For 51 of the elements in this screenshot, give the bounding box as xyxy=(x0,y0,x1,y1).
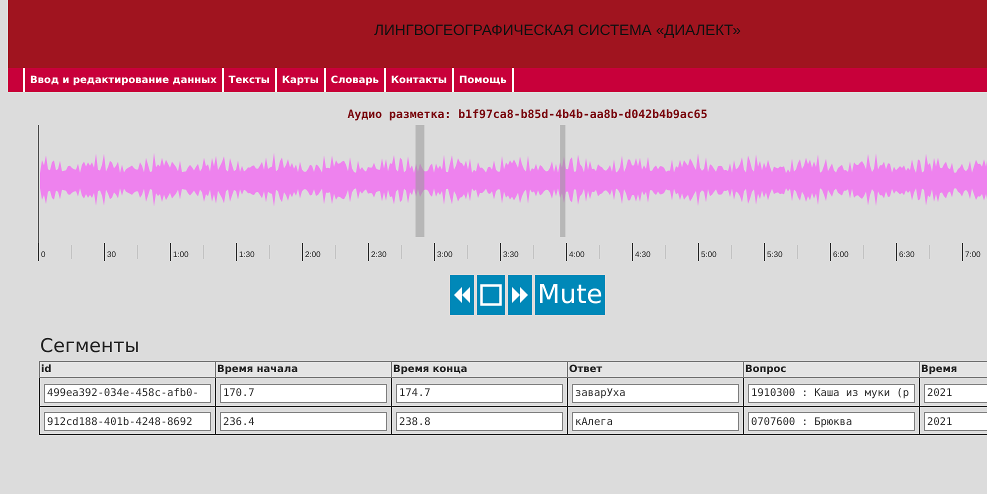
forward-button[interactable] xyxy=(508,275,532,315)
input-field[interactable]: 499ea392-034e-458c-afb0- xyxy=(44,384,211,402)
input-field[interactable]: 2021 xyxy=(924,384,987,402)
nav-link[interactable]: Ввод и редактирование данных xyxy=(23,68,222,92)
timeline-label: 7:00 xyxy=(965,250,981,259)
timeline-label: 4:00 xyxy=(569,250,585,259)
nav-link[interactable]: Помощь xyxy=(452,68,514,92)
timeline-label: 6:30 xyxy=(899,250,915,259)
timeline-label: 6:00 xyxy=(833,250,849,259)
timeline-label: 3:00 xyxy=(437,250,453,259)
rewind-button[interactable] xyxy=(450,275,474,315)
timeline-label: 0 xyxy=(41,250,46,259)
stop-button[interactable] xyxy=(477,275,506,315)
timeline-label: 30 xyxy=(107,250,116,259)
rewind-icon xyxy=(454,286,470,304)
column-header: Время начала xyxy=(216,362,392,378)
timeline-label: 2:30 xyxy=(371,250,387,259)
input-field[interactable]: заварУха xyxy=(572,384,739,402)
input-field[interactable]: 174.7 xyxy=(396,384,563,402)
timeline-label: 1:00 xyxy=(173,250,189,259)
nav-link[interactable]: Карты xyxy=(274,68,324,92)
audio-title: Аудио разметка: b1f97ca8-b85d-4b4b-aa8b-d042b4b9ac65 xyxy=(347,107,708,121)
region-marker[interactable] xyxy=(560,125,566,237)
nav-link[interactable]: Тексты xyxy=(222,68,275,92)
input-field[interactable]: 170.7 xyxy=(220,384,387,402)
input-field[interactable]: 1910300 : Каша из муки (р xyxy=(748,384,915,402)
column-header: Время конца xyxy=(392,362,568,378)
timeline-label: 5:30 xyxy=(767,250,783,259)
timeline-label: 4:30 xyxy=(635,250,651,259)
mute-button[interactable]: Mute xyxy=(535,275,605,315)
timeline-label: 5:00 xyxy=(701,250,717,259)
input-field[interactable]: 0707600 : Брюква xyxy=(748,412,915,431)
timeline-label: 1:30 xyxy=(239,250,255,259)
stop-icon xyxy=(480,284,502,306)
input-field[interactable]: 236.4 xyxy=(220,412,387,431)
column-header: Вопрос xyxy=(744,362,920,378)
nav-link[interactable]: Словарь xyxy=(324,68,384,92)
nav-link[interactable]: Контакты xyxy=(384,68,452,92)
input-field[interactable]: 912cd188-401b-4248-8692 xyxy=(44,412,211,431)
timeline-label: 3:30 xyxy=(503,250,519,259)
column-header: id xyxy=(40,362,216,378)
input-field[interactable]: 238.8 xyxy=(396,412,563,431)
column-header: Время xyxy=(920,362,987,378)
section-heading: Сегменты xyxy=(40,335,140,357)
region-marker[interactable] xyxy=(416,125,424,237)
fast-forward-icon xyxy=(512,286,528,304)
timeline-label: 2:00 xyxy=(305,250,321,259)
input-field[interactable]: кАлега xyxy=(572,412,739,431)
input-field[interactable]: 2021 xyxy=(924,412,987,431)
column-header: Ответ xyxy=(568,362,744,378)
site-title: ЛИНГВОГЕОГРАФИЧЕСКАЯ СИСТЕМА «ДИАЛЕКТ» xyxy=(374,22,741,40)
